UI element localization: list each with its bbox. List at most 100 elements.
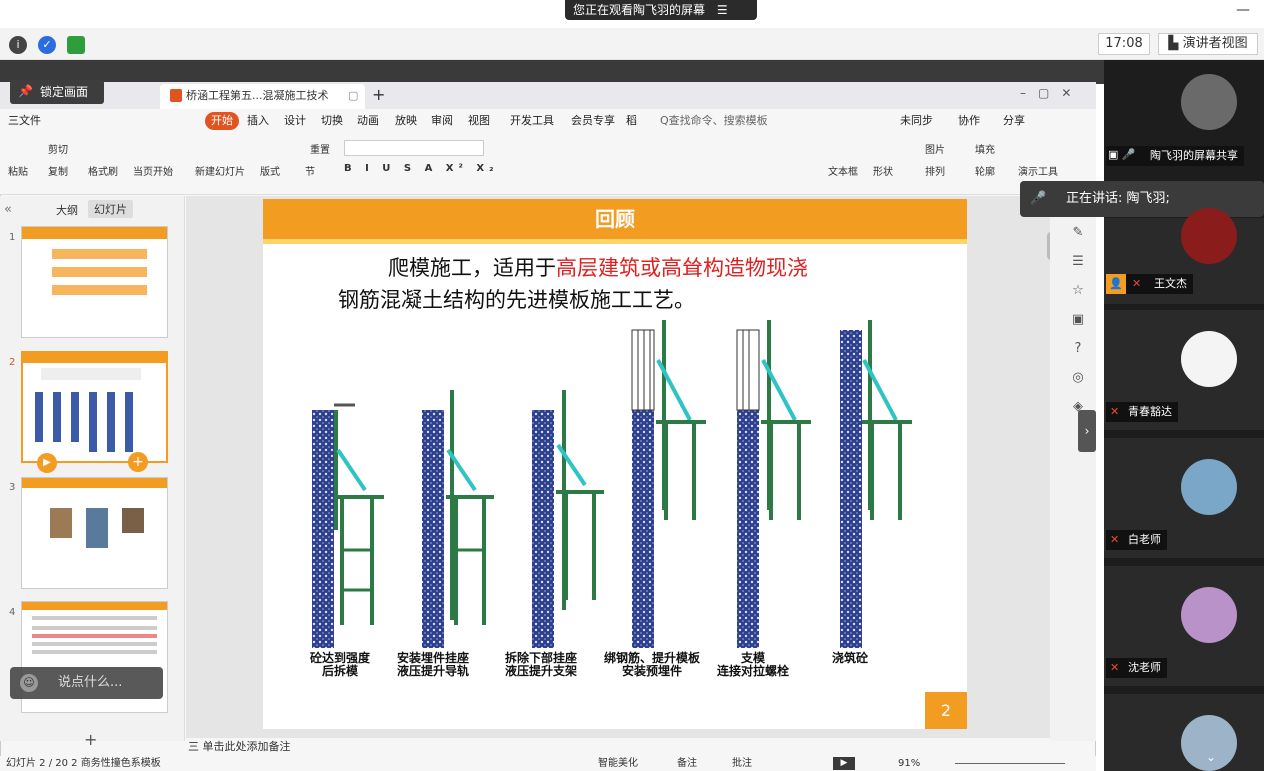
- stage-4: [631, 320, 706, 648]
- ribbon-picture[interactable]: 图片: [925, 141, 945, 156]
- zoom-level[interactable]: 91%: [898, 756, 920, 771]
- video-background: [0, 60, 1104, 84]
- font-select[interactable]: [344, 140, 484, 156]
- slide-thumbnail-3[interactable]: [21, 477, 168, 589]
- ppt-file-icon: [170, 89, 182, 102]
- stage-5: [736, 320, 811, 648]
- thumb-number: 1: [9, 232, 16, 243]
- ribbon-reset[interactable]: 重置: [310, 141, 330, 156]
- emoji-icon[interactable]: ☺: [20, 674, 38, 692]
- right-tool-icons[interactable]: ✎ ☰ ☆ ▣? ◎ ◈: [1068, 218, 1088, 421]
- collab-button[interactable]: 协作: [958, 109, 980, 133]
- menu-insert[interactable]: 插入: [247, 109, 269, 133]
- user-icon: 👤: [1106, 274, 1126, 294]
- caption-1: 砼达到强度 后拆模: [309, 651, 370, 678]
- smart-beautify[interactable]: 智能美化: [598, 756, 638, 771]
- play-icon[interactable]: ▶: [37, 453, 57, 473]
- menu-review[interactable]: 审阅: [431, 109, 453, 133]
- ribbon-format-painter[interactable]: 格式刷: [88, 163, 118, 178]
- tab-outline[interactable]: 大纲: [56, 202, 78, 218]
- stage-2: [422, 390, 494, 648]
- avatar: [1181, 208, 1237, 264]
- screen-share-icon: ▣ 🎤: [1108, 148, 1136, 161]
- menu-home[interactable]: 开始: [205, 112, 239, 130]
- ribbon-shape[interactable]: 形状: [873, 163, 893, 178]
- thumb-number: 2: [9, 357, 16, 368]
- meeting-toolbar: [0, 28, 1264, 60]
- stage-3: [532, 390, 604, 648]
- share-button[interactable]: 分享: [1003, 109, 1025, 133]
- menu-animation[interactable]: 动画: [357, 109, 379, 133]
- menu-slideshow[interactable]: 放映: [395, 109, 417, 133]
- avatar: [1181, 459, 1237, 515]
- menu-transition[interactable]: 切换: [321, 109, 343, 133]
- slide-title: 回顾: [595, 207, 635, 231]
- caption-3: 拆除下部挂座 液压提升支架: [504, 651, 577, 678]
- ribbon-from-current[interactable]: 当页开始: [133, 163, 173, 178]
- ribbon-cut[interactable]: 剪切: [48, 141, 68, 156]
- mic-muted-icon: ✕: [1110, 533, 1120, 546]
- avatar: [1181, 331, 1237, 387]
- climbing-formwork-diagram: [312, 320, 912, 648]
- ribbon-copy[interactable]: 复制: [48, 163, 68, 178]
- new-tab-icon[interactable]: +: [372, 85, 385, 104]
- status-bar: [0, 756, 1096, 771]
- command-search[interactable]: Q查找命令、搜索模板: [660, 109, 768, 133]
- minimize-icon[interactable]: —: [1236, 2, 1250, 18]
- slide-thumbnail-2[interactable]: [21, 351, 168, 463]
- chevron-down-icon[interactable]: ⌄: [1206, 750, 1216, 764]
- stage-1: [312, 403, 384, 648]
- mic-muted-icon: ✕: [1132, 277, 1142, 290]
- comments-toggle[interactable]: 批注: [732, 756, 752, 771]
- avatar: [1181, 74, 1237, 130]
- text-format-buttons[interactable]: B I U S A X² X₂: [344, 163, 498, 174]
- slide-text-line1: 爬模施工，适用于高层建筑或高耸构造物现浇: [388, 256, 808, 280]
- ribbon-outline[interactable]: 轮廓: [975, 163, 995, 178]
- window-controls[interactable]: –▢✕: [1020, 86, 1083, 100]
- add-slide-icon[interactable]: +: [128, 452, 148, 472]
- slide-number: 2: [925, 692, 967, 729]
- menu-more[interactable]: 稻: [626, 109, 637, 133]
- zoom-slider[interactable]: [955, 763, 1065, 764]
- mic-muted-icon: ✕: [1110, 405, 1120, 418]
- caption-4: 绑钢筋、提升模板 安装预埋件: [603, 651, 700, 678]
- add-slide-button[interactable]: +: [84, 730, 97, 749]
- share-banner-text: 您正在观看陶飞羽的屏幕: [573, 3, 706, 17]
- shield-icon[interactable]: ✓: [38, 36, 56, 54]
- document-tab[interactable]: 桥涵工程第五...混凝施工技术 ▢ ✕: [160, 84, 365, 126]
- menu-file[interactable]: 三文件: [8, 109, 41, 133]
- slide-title-stripe: [263, 239, 967, 244]
- ribbon-layout[interactable]: 版式: [260, 163, 280, 178]
- mic-muted-icon: ✕: [1110, 661, 1120, 674]
- notes-toggle[interactable]: 备注: [677, 756, 697, 771]
- notes-area[interactable]: 三 单击此处添加备注: [186, 738, 1050, 756]
- mic-muted-icon: 🎤: [1030, 191, 1047, 206]
- collapse-icon[interactable]: «: [4, 202, 12, 217]
- ribbon-paste[interactable]: 粘贴: [8, 163, 28, 178]
- ribbon-new-slide[interactable]: 新建幻灯片: [195, 163, 245, 178]
- ribbon-textbox[interactable]: 文本框: [828, 163, 858, 178]
- menu-design[interactable]: 设计: [284, 109, 306, 133]
- signal-icon[interactable]: [67, 36, 85, 54]
- menu-member[interactable]: 会员专享: [571, 109, 615, 133]
- sync-status[interactable]: 未同步: [900, 109, 933, 133]
- speaking-indicator: 正在讲话: 陶飞羽;: [1020, 181, 1264, 217]
- presenter-view-button[interactable]: ▙ 演讲者视图: [1158, 33, 1258, 55]
- caption-5: 支模 连接对拉螺栓: [716, 651, 789, 678]
- tab-slides[interactable]: 幻灯片: [88, 200, 133, 218]
- menu-view[interactable]: 视图: [468, 109, 490, 133]
- menu-developer[interactable]: 开发工具: [510, 109, 554, 133]
- thumb-number: 4: [9, 607, 16, 618]
- ribbon-presentation-tools[interactable]: 演示工具: [1018, 163, 1058, 178]
- ribbon-section[interactable]: 节: [305, 163, 315, 178]
- expand-toggle[interactable]: ›: [1078, 410, 1096, 452]
- info-icon[interactable]: i: [9, 36, 27, 54]
- ribbon-arrange[interactable]: 排列: [925, 163, 945, 178]
- pin-icon: 📌: [18, 84, 33, 98]
- slide-status: 幻灯片 2 / 20 2 商务性撞色系模板: [6, 758, 161, 769]
- play-slideshow-icon[interactable]: ▶: [833, 757, 855, 770]
- stage-6: [840, 320, 912, 648]
- ribbon-fill[interactable]: 填充: [975, 141, 995, 156]
- slide-thumbnail-1[interactable]: [21, 226, 168, 338]
- share-banner: 您正在观看陶飞羽的屏幕 ☰: [565, 0, 757, 20]
